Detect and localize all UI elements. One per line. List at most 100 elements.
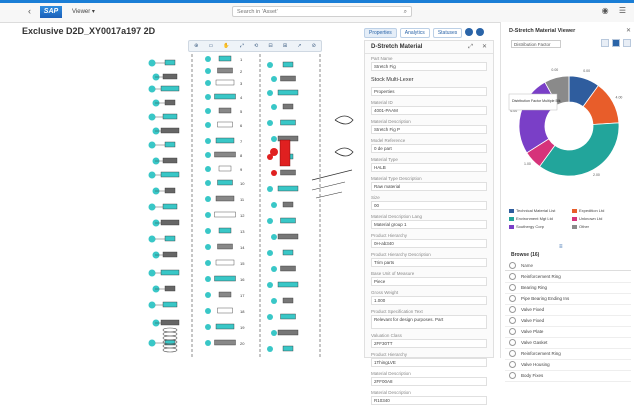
field: Model Reference 0 de part <box>365 136 493 155</box>
list-icon[interactable] <box>476 28 485 36</box>
field-value[interactable]: HALB <box>371 163 487 172</box>
field-value[interactable]: Trim parts <box>371 258 487 267</box>
legend-entry[interactable]: Environment Mgt Ltd <box>509 216 570 221</box>
donut-chart[interactable]: 0.004.002.001.006.000.00Distribution Fac… <box>505 56 633 196</box>
field-label: Base Unit of Measure <box>371 271 415 276</box>
field-label: Product Hierarchy Description <box>371 252 431 257</box>
field-value[interactable]: 0H-ab340 <box>371 239 487 248</box>
right-panel: D-Stretch Material Viewer ✕ Distribution… <box>500 22 634 382</box>
field-value[interactable]: 2FF30TT <box>371 339 487 348</box>
legend-label: Environment Mgt Ltd <box>516 216 553 221</box>
field: Gross Weight 1.000 <box>365 288 493 307</box>
legend-entry[interactable]: Southergy Corp <box>509 224 570 229</box>
row-radio[interactable] <box>509 306 516 314</box>
list-item[interactable]: Valve Gasket <box>505 338 631 349</box>
list-item[interactable]: Valve Plate <box>505 327 631 338</box>
field-label: Model Reference <box>371 138 406 143</box>
field-value[interactable]: Stretch Fig P <box>371 125 487 134</box>
legend-entry[interactable]: Unknown Ltd <box>572 216 633 221</box>
field-value[interactable]: 0 de part <box>371 144 487 153</box>
svg-text:10: 10 <box>240 181 245 186</box>
slice-data-label: 1.00 <box>524 162 531 166</box>
close-icon[interactable]: ✕ <box>482 41 487 53</box>
field-value[interactable]: Properties <box>371 87 487 96</box>
field-label: Gross Weight <box>371 290 399 295</box>
legend-entry[interactable]: Technical Material List <box>509 208 570 213</box>
field-value[interactable]: 2FF00A8 <box>371 377 487 386</box>
svg-text:16: 16 <box>240 277 245 282</box>
field-label: Product Hierarchy <box>371 233 408 238</box>
legend-entry[interactable]: Expedition Ltd <box>572 208 633 213</box>
field: Valuation Class 2FF30TT <box>365 331 493 350</box>
measure-select[interactable]: Distribution Factor <box>511 40 561 48</box>
field-value[interactable]: 00 <box>371 201 487 210</box>
sap-logo[interactable]: SAP <box>40 6 62 18</box>
list-item-label: Pipe Bearing Ending Ins <box>521 296 570 301</box>
view-tabs: Properties Analytics Statuses <box>364 28 485 38</box>
svg-text:3: 3 <box>240 81 243 86</box>
row-radio[interactable] <box>509 284 516 292</box>
list-item[interactable]: Pipe Bearing Ending Ins <box>505 294 631 305</box>
field-value[interactable]: Piece <box>371 277 487 286</box>
chart-view-icon[interactable] <box>612 39 620 47</box>
legend-entry[interactable]: Other <box>572 224 633 229</box>
list-item[interactable]: Valve Housing <box>505 360 631 371</box>
list-item[interactable]: Body Fixes <box>505 371 631 382</box>
list-item[interactable]: Bearing Ring <box>505 283 631 294</box>
top-accent-stripe <box>0 0 634 3</box>
row-radio[interactable] <box>509 339 516 347</box>
tab-statuses[interactable]: Statuses <box>432 28 463 38</box>
list-item-label: Valve Housing <box>521 362 550 367</box>
svg-text:14: 14 <box>240 245 245 250</box>
exploded-drawing[interactable]: 1234567891011121314151617181920 <box>130 40 360 358</box>
field-value[interactable]: Raw material <box>371 182 487 191</box>
list-item[interactable]: Reinforcement Ring <box>505 349 631 360</box>
search-input[interactable]: Search in 'Asset' ⌕ <box>232 6 412 17</box>
field-value[interactable]: Stretch Fig <box>371 62 487 71</box>
field: Material Description Lang Material group … <box>365 212 493 231</box>
row-radio[interactable] <box>509 317 516 325</box>
user-icon[interactable]: ◉ <box>602 6 609 15</box>
right-panel-title: D-Stretch Material Viewer <box>509 28 576 34</box>
svg-text:18: 18 <box>240 309 245 314</box>
hamburger-icon[interactable]: ☰ <box>619 6 626 15</box>
field-value[interactable]: Relevant for design purposes. Part <box>371 315 487 329</box>
search-icon[interactable]: ⌕ <box>404 7 407 18</box>
list-item-label: Reinforcement Ring <box>521 274 561 279</box>
back-chevron-icon[interactable]: ‹ <box>28 6 31 16</box>
list-item[interactable]: Valve Fixed <box>505 316 631 327</box>
row-radio[interactable] <box>509 361 516 369</box>
field-label: Part Name <box>371 56 393 61</box>
list-item[interactable]: Valve Fixed <box>505 305 631 316</box>
row-radio[interactable] <box>509 350 516 358</box>
row-radio[interactable] <box>509 372 516 380</box>
table-view-icon[interactable] <box>601 39 609 47</box>
svg-text:4: 4 <box>240 95 243 100</box>
fullscreen-icon[interactable] <box>623 39 631 47</box>
expand-icon[interactable]: ⤢ <box>468 41 473 53</box>
svg-text:12: 12 <box>240 213 245 218</box>
row-radio[interactable] <box>509 273 516 281</box>
field-value[interactable]: Material group 1 <box>371 220 487 229</box>
legend-swatch <box>572 224 577 229</box>
field-value[interactable]: 1ThingLVE <box>371 358 487 367</box>
svg-text:13: 13 <box>240 229 245 234</box>
section-heading: Stock Multi-Lexer <box>371 77 414 83</box>
viewer-menu[interactable]: Viewer ▾ <box>72 8 95 15</box>
shell-actions: ◉ ☰ <box>594 6 626 15</box>
list-item-label: Body Fixes <box>521 373 544 378</box>
row-radio[interactable] <box>509 295 516 303</box>
field-value[interactable]: R10340 <box>371 396 487 405</box>
field-value[interactable]: 4001-PAAM <box>371 106 487 115</box>
field-value[interactable]: 1.000 <box>371 296 487 305</box>
tab-properties[interactable]: Properties <box>364 28 397 38</box>
field: Material Type HALB <box>365 155 493 174</box>
slice-data-label: 0.00 <box>551 68 558 72</box>
select-all-radio[interactable] <box>509 262 516 270</box>
close-icon[interactable]: ✕ <box>626 27 631 34</box>
settings-icon[interactable] <box>465 28 474 36</box>
resize-handle-icon[interactable]: ≡ <box>559 244 563 250</box>
row-radio[interactable] <box>509 328 516 336</box>
list-item[interactable]: Reinforcement Ring <box>505 272 631 283</box>
tab-analytics[interactable]: Analytics <box>399 28 430 38</box>
